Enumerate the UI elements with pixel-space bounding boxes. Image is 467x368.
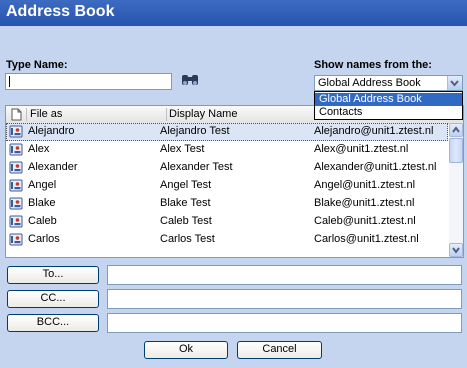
option-contacts[interactable]: Contacts <box>315 106 462 119</box>
contact-card-icon <box>9 215 23 228</box>
chevron-down-icon <box>452 247 460 254</box>
text-caret <box>9 76 10 87</box>
scroll-down-button[interactable] <box>449 243 463 257</box>
column-header-display-name[interactable]: Display Name <box>169 108 237 120</box>
contact-email: Carlos@unit1.ztest.nl <box>314 233 419 245</box>
contact-file-as: Angel <box>28 179 57 191</box>
window-title: Address Book <box>6 3 115 20</box>
contact-card-icon <box>9 197 23 210</box>
contact-display-name: Blake Test <box>160 197 211 209</box>
contact-row[interactable]: Angel Angel Test Angel@unit1.ztest.nl <box>6 177 448 195</box>
type-name-label: Type Name: <box>6 59 68 71</box>
address-source-value: Global Address Book <box>318 77 421 89</box>
cancel-button[interactable]: Cancel <box>237 341 322 359</box>
contact-email: Alex@unit1.ztest.nl <box>314 143 409 155</box>
contact-file-as: Blake <box>28 197 56 209</box>
contact-file-as: Carlos <box>28 233 60 245</box>
bcc-field[interactable] <box>107 313 462 333</box>
binoculars-icon[interactable] <box>181 72 199 88</box>
contact-file-as: Alex <box>28 143 50 155</box>
show-names-label: Show names from the: <box>314 59 432 71</box>
contact-card-icon <box>9 125 23 138</box>
contact-card-icon <box>9 161 23 174</box>
contact-rows: Alejandro Alejandro Test Alejandro@unit1.z… <box>6 123 448 257</box>
contact-file-as: Caleb <box>28 215 57 227</box>
contact-card-icon <box>9 233 23 246</box>
contact-row[interactable]: Caleb Caleb Test Caleb@unit1.ztest.nl <box>6 213 448 231</box>
chevron-up-icon <box>452 126 460 133</box>
address-source-select[interactable]: Global Address Book <box>314 75 463 91</box>
document-icon <box>11 108 22 121</box>
contact-display-name: Alexander Test <box>160 161 233 173</box>
ok-button[interactable]: Ok <box>144 341 228 359</box>
cc-button[interactable]: CC... <box>7 290 99 308</box>
contact-row[interactable]: Carlos Carlos Test Carlos@unit1.ztest.nl <box>6 231 448 249</box>
contact-email: Alejandro@unit1.ztest.nl <box>314 125 434 137</box>
contact-email: Angel@unit1.ztest.nl <box>314 179 416 191</box>
column-header-file-as[interactable]: File as <box>30 108 62 120</box>
contact-row[interactable]: Blake Blake Test Blake@unit1.ztest.nl <box>6 195 448 213</box>
contact-email: Caleb@unit1.ztest.nl <box>314 215 416 227</box>
contact-email: Alexander@unit1.ztest.nl <box>314 161 437 173</box>
contact-display-name: Alex Test <box>160 143 205 155</box>
select-dropdown-button[interactable] <box>447 76 462 90</box>
contact-list: File as Display Name Alejandro Alejandro … <box>5 105 464 258</box>
to-button[interactable]: To... <box>7 266 99 284</box>
contact-file-as: Alejandro <box>28 125 75 137</box>
to-field[interactable] <box>107 265 462 285</box>
contact-display-name: Alejandro Test <box>160 125 230 137</box>
contact-row[interactable]: Alex Alex Test Alex@unit1.ztest.nl <box>6 141 448 159</box>
scroll-thumb[interactable] <box>449 138 463 163</box>
option-global-address-book[interactable]: Global Address Book <box>315 93 462 106</box>
contact-row[interactable]: Alejandro Alejandro Test Alejandro@unit1.z… <box>6 123 448 141</box>
chevron-down-icon <box>450 80 459 87</box>
title-bar: Address Book <box>0 0 467 26</box>
contact-display-name: Carlos Test <box>160 233 215 245</box>
contact-email: Blake@unit1.ztest.nl <box>314 197 415 209</box>
contact-row[interactable]: Alexander Alexander Test Alexander@unit1.z… <box>6 159 448 177</box>
contact-file-as: Alexander <box>28 161 78 173</box>
type-name-input[interactable] <box>5 73 172 90</box>
bcc-button[interactable]: BCC... <box>7 314 99 332</box>
vertical-scrollbar[interactable] <box>449 123 463 257</box>
contact-display-name: Angel Test <box>160 179 212 191</box>
contact-display-name: Caleb Test <box>160 215 212 227</box>
contact-card-icon <box>9 179 23 192</box>
scroll-up-button[interactable] <box>449 123 463 137</box>
address-source-dropdown: Global Address Book Contacts <box>314 91 463 120</box>
cc-field[interactable] <box>107 289 462 309</box>
contact-card-icon <box>9 143 23 156</box>
